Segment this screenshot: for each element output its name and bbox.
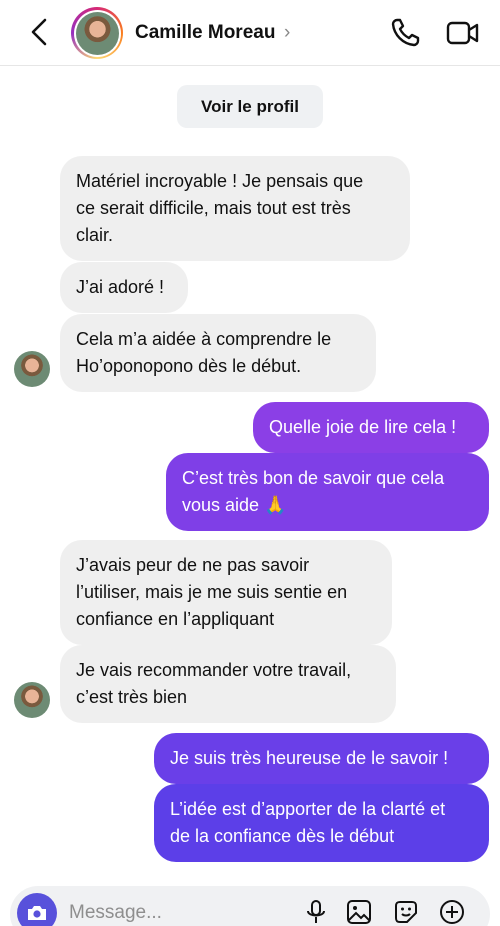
message-composer: Message... (10, 886, 490, 926)
avatar-photo (75, 11, 119, 55)
camera-icon (28, 906, 46, 920)
view-profile-button[interactable]: Voir le profil (177, 85, 323, 128)
image-icon[interactable] (345, 898, 373, 926)
sender-avatar (14, 351, 50, 387)
phone-icon[interactable] (388, 16, 422, 50)
message-outgoing: Je suis très heureuse de le savoir ! (154, 733, 489, 784)
message-input[interactable]: Message... (69, 902, 162, 924)
contact-name[interactable]: Camille Moreau (135, 22, 275, 44)
plus-icon[interactable] (438, 898, 466, 926)
message-incoming: Matériel incroyable ! Je pensais que ce … (60, 156, 410, 261)
message-incoming: J’ai adoré ! (60, 262, 188, 313)
message-incoming: Je vais recommander votre travail, c’est… (60, 645, 396, 723)
video-icon[interactable] (446, 16, 480, 50)
message-incoming: Cela m’a aidée à comprendre le Ho’oponop… (60, 314, 376, 392)
sender-avatar (14, 682, 50, 718)
message-incoming: J’avais peur de ne pas savoir l’utiliser… (60, 540, 392, 645)
message-outgoing: Quelle joie de lire cela ! (253, 402, 489, 453)
message-outgoing: L’idée est d’apporter de la clarté et de… (154, 784, 489, 862)
chevron-right-icon[interactable]: › (284, 22, 290, 44)
contact-avatar[interactable] (71, 7, 123, 59)
camera-button[interactable] (17, 893, 57, 926)
message-outgoing: C’est très bon de savoir que cela vous a… (166, 453, 489, 531)
sticker-icon[interactable] (392, 898, 420, 926)
back-chevron-icon[interactable] (26, 16, 54, 48)
microphone-icon[interactable] (302, 898, 330, 926)
chat-header: Camille Moreau › (0, 0, 500, 66)
